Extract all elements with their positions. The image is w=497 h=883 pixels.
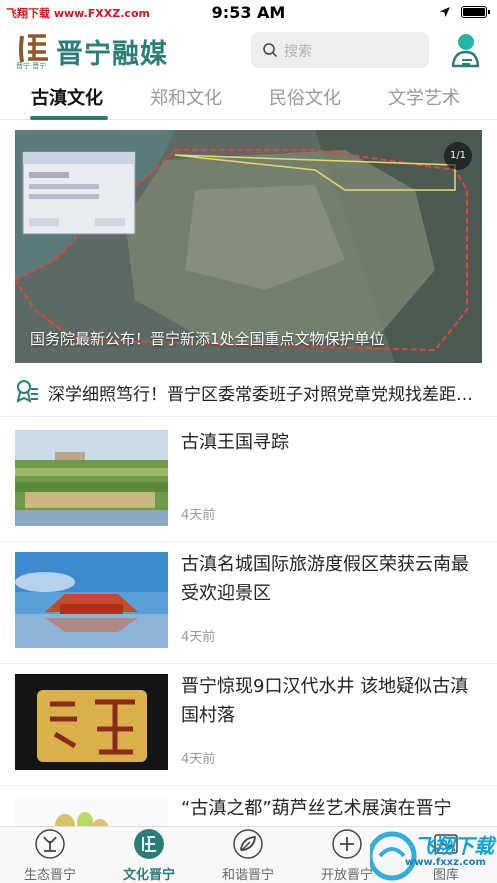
watermark-url: www.fxxz.com (405, 857, 486, 868)
news-thumbnail (15, 430, 168, 526)
news-item[interactable]: 古滇名城国际旅游度假区荣获云南最受欢迎景区 4天前 (0, 542, 497, 664)
leaf-icon (233, 829, 263, 859)
battery-icon (461, 6, 490, 18)
news-thumbnail (15, 674, 168, 770)
search-placeholder: 搜索 (284, 44, 312, 60)
notice-text: 深学细照笃行！晋宁区委常委班子对照党章党规找差距专题会议 (48, 385, 483, 405)
nav-label: 和谐晋宁 (221, 868, 274, 883)
search-box[interactable]: 搜索 (251, 32, 429, 68)
hero-page-counter: 1/1 (444, 142, 472, 170)
app-header: 晋宁·晋宁 晋宁融媒 搜索 (0, 28, 497, 74)
tab-zhenghe-culture[interactable]: 郑和文化 (150, 84, 222, 110)
news-thumbnail (15, 552, 168, 648)
news-item[interactable]: 晋宁惊现9口汉代水井 该地疑似古滇国村落 4天前 (0, 664, 497, 786)
logo-subtitle: 晋宁·晋宁 (16, 62, 47, 70)
user-profile-icon[interactable] (450, 32, 480, 68)
news-time: 4天前 (181, 508, 216, 523)
news-item[interactable]: 古滇王国寻踪 4天前 (0, 420, 497, 542)
search-icon (263, 43, 278, 58)
category-tabs: 古滇文化 郑和文化 民俗文化 文学艺术 (0, 76, 497, 120)
tab-guodian-culture[interactable]: 古滇文化 (31, 84, 103, 110)
hero-caption: 国务院最新公布！晋宁新添1处全国重点文物保护单位 (30, 330, 385, 348)
tab-active-indicator (30, 116, 108, 120)
news-title: “古滇之都”葫芦丝艺术展演在晋宁 (181, 798, 452, 819)
nav-label: 文化晋宁 (122, 868, 175, 883)
nav-eco-jinning[interactable]: 生态晋宁 (5, 829, 95, 883)
news-time: 4天前 (181, 752, 216, 767)
status-bar: 飞翔下载 www.FXXZ.com 9:53 AM (0, 0, 497, 28)
app-title: 晋宁融媒 (56, 39, 168, 70)
watermark-brand: 飞翔下载 (414, 834, 494, 858)
news-time: 4天前 (181, 630, 216, 645)
notice-row[interactable]: 深学细照笃行！晋宁区委常委班子对照党章党规找差距专题会议 (0, 365, 497, 417)
culture-icon (134, 829, 164, 859)
status-indicators (439, 6, 490, 18)
hero-banner[interactable]: 1/1 国务院最新公布！晋宁新添1处全国重点文物保护单位 (15, 130, 482, 363)
tab-folk-culture[interactable]: 民俗文化 (269, 84, 341, 110)
open-icon (332, 829, 362, 859)
notice-icon (16, 380, 38, 403)
nav-culture-jinning[interactable]: 文化晋宁 (104, 829, 194, 883)
news-title: 古滇王国寻踪 (181, 432, 289, 453)
news-title: 古滇名城国际旅游度假区荣获云南最受欢迎景区 (181, 554, 469, 604)
tab-literature-art[interactable]: 文学艺术 (388, 84, 460, 110)
nav-label: 生态晋宁 (23, 868, 76, 883)
location-arrow-icon (440, 7, 450, 17)
news-title: 晋宁惊现9口汉代水井 该地疑似古滇国村落 (181, 676, 469, 726)
nav-harmony-jinning[interactable]: 和谐晋宁 (203, 829, 293, 883)
status-time: 9:53 AM (211, 3, 286, 22)
plant-icon (35, 829, 65, 859)
